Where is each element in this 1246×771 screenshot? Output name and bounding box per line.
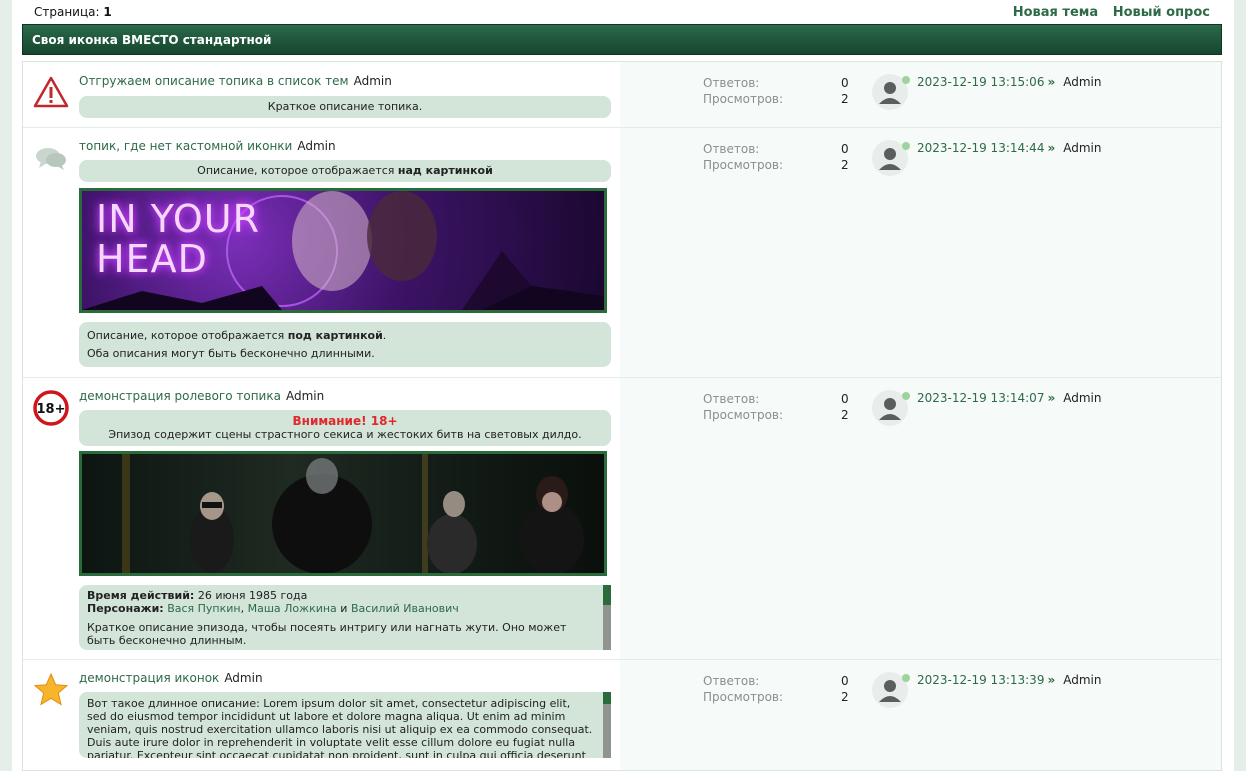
scrollbar[interactable] <box>603 585 611 650</box>
replies-label: Ответов: <box>703 142 760 156</box>
category-title: Своя иконка ВМЕСТО стандартной <box>32 33 272 47</box>
views-label: Просмотров: <box>703 690 784 704</box>
topic-stats: Ответов: 0 Просмотров: 2 <box>703 141 853 173</box>
topic-banner-image: IN YOUR HEAD <box>79 188 607 313</box>
topic-title-link[interactable]: топик, где нет кастомной иконки <box>79 139 292 153</box>
warning-triangle-icon <box>33 76 69 108</box>
views-label: Просмотров: <box>703 408 784 422</box>
topic-author[interactable]: Admin <box>286 389 324 403</box>
topic-row: Отгружаем описание топика в список тем Ad… <box>23 62 1221 128</box>
svg-text:18+: 18+ <box>37 402 66 417</box>
pager-current-page[interactable]: 1 <box>103 5 111 19</box>
online-status-icon <box>902 76 910 84</box>
time-label: Время действий: <box>87 589 195 602</box>
last-post-author[interactable]: Admin <box>1063 141 1101 155</box>
warning-text: Эпизод содержит сцены страстного секиса … <box>108 428 582 441</box>
replies-label: Ответов: <box>703 76 760 90</box>
topic-stats: Ответов: 0 Просмотров: 2 <box>703 75 853 107</box>
pager-label: Страница: <box>34 5 100 19</box>
topic-title-link[interactable]: демонстрация ролевого топика <box>79 389 281 403</box>
last-post-date-link[interactable]: 2023-12-19 13:14:07 <box>917 391 1044 405</box>
topic-banner-image <box>79 451 607 576</box>
topic-stats: Ответов: 0 Просмотров: 2 <box>703 391 853 423</box>
go-to-last-post-icon[interactable]: » <box>1047 391 1055 405</box>
replies-count: 0 <box>841 76 849 90</box>
last-post-date-link[interactable]: 2023-12-19 13:15:06 <box>917 75 1044 89</box>
character-link[interactable]: Маша Ложкина <box>248 602 337 615</box>
characters-label: Персонажи: <box>87 602 164 615</box>
forum-page: Страница: 1 Новая тема Новый опрос Своя … <box>12 0 1234 771</box>
topic-title-link[interactable]: демонстрация иконок <box>79 671 219 685</box>
replies-label: Ответов: <box>703 674 760 688</box>
scrollbar-thumb[interactable] <box>603 692 611 704</box>
topic-list: Отгружаем описание топика в список тем Ad… <box>22 61 1222 771</box>
character-link[interactable]: Василий Иванович <box>351 602 459 615</box>
topic-author[interactable]: Admin <box>297 139 335 153</box>
topic-description: Краткое описание топика. <box>79 96 611 118</box>
age-18-plus-icon: 18+ <box>33 390 69 426</box>
last-post-date-link[interactable]: 2023-12-19 13:14:44 <box>917 141 1044 155</box>
topic-row: топик, где нет кастомной иконки Admin Опи… <box>23 128 1221 378</box>
views-label: Просмотров: <box>703 92 784 106</box>
new-poll-link[interactable]: Новый опрос <box>1113 5 1210 20</box>
time-value: 26 июня 1985 года <box>197 589 308 602</box>
last-post-author[interactable]: Admin <box>1063 391 1101 405</box>
episode-description: Краткое описание эпизода, чтобы посеять … <box>87 621 567 647</box>
scrollbar[interactable] <box>603 692 611 758</box>
speech-bubbles-icon <box>36 148 66 170</box>
last-post: 2023-12-19 13:14:07» Admin <box>917 391 1101 405</box>
topic-description-above: Описание, которое отображается над карти… <box>79 160 611 182</box>
topic-author[interactable]: Admin <box>354 74 392 88</box>
character-link[interactable]: Вася Пупкин <box>167 602 240 615</box>
scrollbar-thumb[interactable] <box>603 585 611 605</box>
views-count: 2 <box>841 92 849 106</box>
online-status-icon <box>902 674 910 682</box>
warning-title: Внимание! 18+ <box>292 414 398 428</box>
topic-author[interactable]: Admin <box>224 671 262 685</box>
replies-count: 0 <box>841 674 849 688</box>
category-header: Своя иконка ВМЕСТО стандартной <box>22 24 1222 55</box>
views-count: 2 <box>841 690 849 704</box>
topic-stats: Ответов: 0 Просмотров: 2 <box>703 673 853 705</box>
content-warning: Внимание! 18+ Эпизод содержит сцены стра… <box>79 410 611 446</box>
star-icon <box>33 672 69 706</box>
last-post-author[interactable]: Admin <box>1063 75 1101 89</box>
topic-actions: Новая тема Новый опрос <box>1003 5 1210 20</box>
topbar: Страница: 1 Новая тема Новый опрос <box>12 0 1234 24</box>
online-status-icon <box>902 142 910 150</box>
replies-count: 0 <box>841 142 849 156</box>
last-post: 2023-12-19 13:14:44» Admin <box>917 141 1101 155</box>
replies-count: 0 <box>841 392 849 406</box>
topic-row: 18+ демонстрация ролевого топика Admin Вн… <box>23 378 1221 660</box>
replies-label: Ответов: <box>703 392 760 406</box>
last-post: 2023-12-19 13:13:39» Admin <box>917 673 1101 687</box>
topic-row: демонстрация иконок Admin Вот такое длинн… <box>23 660 1221 770</box>
views-label: Просмотров: <box>703 158 784 172</box>
topic-long-description: Вот такое длинное описание: Lorem ipsum … <box>79 692 611 758</box>
go-to-last-post-icon[interactable]: » <box>1047 75 1055 89</box>
last-post: 2023-12-19 13:15:06» Admin <box>917 75 1101 89</box>
views-count: 2 <box>841 408 849 422</box>
episode-info: Время действий: 26 июня 1985 года Персон… <box>79 585 611 650</box>
topic-title-link[interactable]: Отгружаем описание топика в список тем <box>79 74 349 88</box>
views-count: 2 <box>841 158 849 172</box>
topic-description-below: Описание, которое отображается под карти… <box>79 322 611 367</box>
last-post-author[interactable]: Admin <box>1063 673 1101 687</box>
new-topic-link[interactable]: Новая тема <box>1013 5 1098 20</box>
online-status-icon <box>902 392 910 400</box>
banner-neon-text: IN YOUR HEAD <box>96 197 260 281</box>
go-to-last-post-icon[interactable]: » <box>1047 673 1055 687</box>
last-post-date-link[interactable]: 2023-12-19 13:13:39 <box>917 673 1044 687</box>
go-to-last-post-icon[interactable]: » <box>1047 141 1055 155</box>
pagination: Страница: 1 <box>34 5 112 19</box>
